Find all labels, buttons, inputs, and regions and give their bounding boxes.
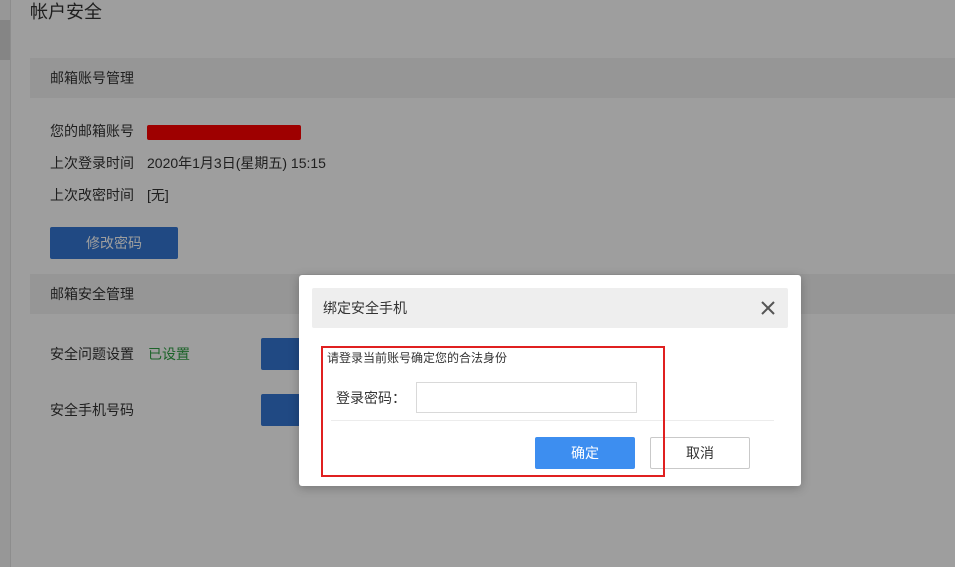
confirm-button[interactable]: 确定	[535, 437, 635, 469]
password-label: 登录密码：	[336, 390, 406, 406]
cancel-button[interactable]: 取消	[650, 437, 750, 469]
password-input[interactable]	[416, 382, 637, 413]
close-icon[interactable]	[758, 298, 778, 318]
dialog-header: 绑定安全手机	[312, 288, 788, 328]
dialog-divider	[331, 420, 774, 421]
bind-phone-dialog: 绑定安全手机 请登录当前账号确定您的合法身份 登录密码： 确定 取消	[299, 275, 801, 486]
dialog-title: 绑定安全手机	[323, 300, 407, 316]
dialog-hint: 请登录当前账号确定您的合法身份	[327, 351, 508, 365]
